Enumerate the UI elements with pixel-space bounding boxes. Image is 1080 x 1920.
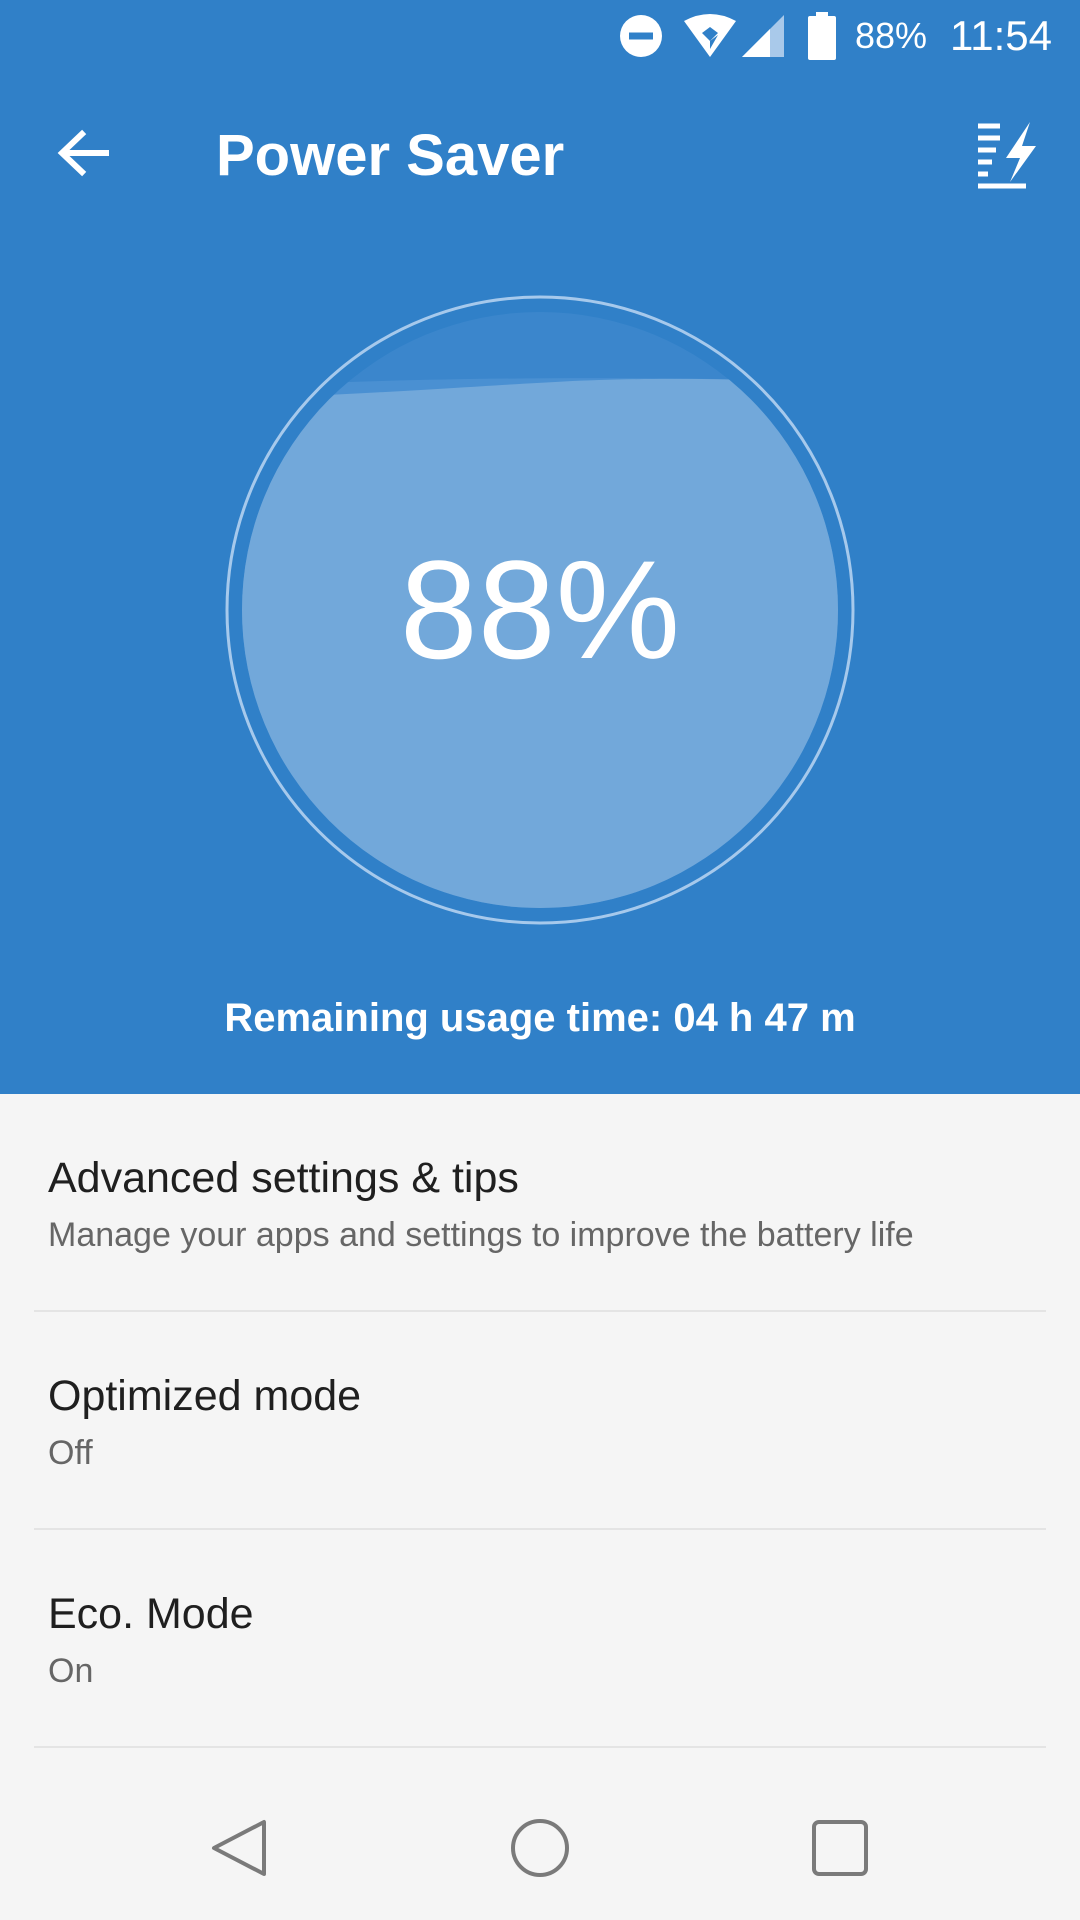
power-saver-settings-icon: [978, 122, 1036, 189]
status-bar: 88% 11:54: [0, 0, 1080, 72]
advanced-settings-item[interactable]: Advanced settings & tips Manage your app…: [0, 1094, 1080, 1310]
status-battery-percent: 88%: [855, 15, 928, 56]
page-title: Power Saver: [216, 123, 565, 188]
status-time: 11:54: [950, 12, 1052, 59]
back-triangle-icon: [212, 1820, 266, 1876]
battery-level-text: 88%: [399, 531, 681, 688]
battery-icon: [806, 0, 838, 72]
optimized-mode-status: Off: [48, 1434, 93, 1472]
optimized-mode-item[interactable]: Optimized mode Off: [0, 1312, 1080, 1528]
do-not-disturb-icon: [618, 0, 664, 72]
nav-back-button[interactable]: [206, 1818, 276, 1878]
cell-signal-icon: [740, 0, 786, 72]
power-saver-settings-button[interactable]: [970, 118, 1040, 194]
arrow-left-icon: [57, 129, 109, 177]
optimized-mode-title: Optimized mode: [48, 1372, 362, 1420]
list-divider: [34, 1746, 1046, 1748]
home-circle-icon: [511, 1819, 569, 1877]
back-button[interactable]: [50, 118, 120, 188]
eco-mode-title: Eco. Mode: [48, 1590, 254, 1638]
remaining-usage-time: Remaining usage time: 04 h 47 m: [224, 996, 856, 1040]
advanced-settings-title: Advanced settings & tips: [48, 1154, 519, 1202]
wifi-icon: [682, 0, 738, 72]
recents-square-icon: [812, 1820, 868, 1876]
eco-mode-item[interactable]: Eco. Mode On: [0, 1530, 1080, 1746]
nav-recents-button[interactable]: [805, 1818, 875, 1878]
advanced-settings-subtitle: Manage your apps and settings to improve…: [48, 1216, 914, 1254]
nav-home-button[interactable]: [505, 1818, 575, 1878]
eco-mode-status: On: [48, 1652, 94, 1690]
